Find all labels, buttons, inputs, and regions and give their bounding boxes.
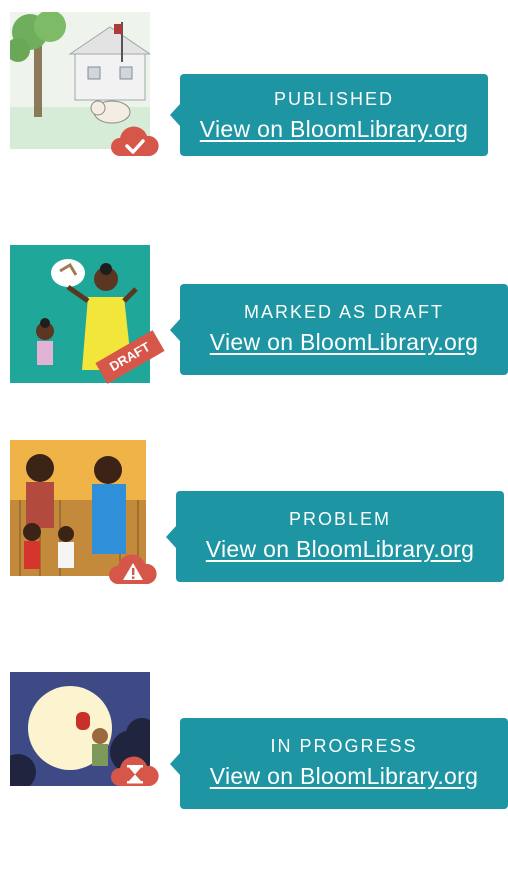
book-thumbnail-in-progress [10, 672, 159, 786]
book-thumbnail-problem [10, 440, 157, 584]
status-label: IN PROGRESS [270, 736, 418, 756]
view-on-bloomlibrary-link[interactable]: View on BloomLibrary.org [200, 116, 468, 143]
status-bubble-published: PUBLISHED View on BloomLibrary.org [170, 74, 488, 156]
status-label: MARKED AS DRAFT [243, 302, 445, 322]
view-on-bloomlibrary-link[interactable]: View on BloomLibrary.org [210, 329, 478, 356]
view-on-bloomlibrary-link[interactable]: View on BloomLibrary.org [206, 536, 474, 563]
status-bubble-in-progress: IN PROGRESS View on BloomLibrary.org [170, 718, 508, 809]
status-bubble-problem: PROBLEM View on BloomLibrary.org [166, 491, 504, 582]
status-bubble-draft: MARKED AS DRAFT View on BloomLibrary.org [170, 284, 508, 375]
cloud-hourglass-icon [111, 756, 159, 786]
book-thumbnail-draft: DRAFT [10, 245, 165, 384]
status-label: PROBLEM [288, 509, 392, 529]
cloud-check-icon [111, 126, 159, 156]
book-thumbnail-published [10, 12, 159, 156]
status-label: PUBLISHED [273, 89, 395, 109]
view-on-bloomlibrary-link[interactable]: View on BloomLibrary.org [210, 763, 478, 790]
cloud-warning-icon [109, 554, 157, 584]
